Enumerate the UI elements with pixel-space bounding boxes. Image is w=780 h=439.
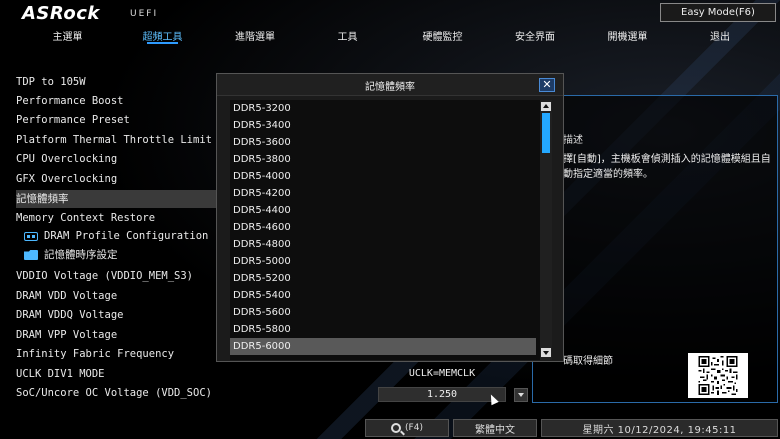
top-menu: 主選單 超頻工具 進階選單 工具 硬體監控 安全界面 開機選單 退出 (0, 25, 780, 45)
qr-code-graphic (698, 356, 738, 395)
setting-soc-voltage[interactable]: SoC/Uncore OC Voltage (VDD_SOC) (16, 384, 216, 402)
option-ddr5-3600[interactable]: DDR5-3600 (230, 134, 536, 151)
setting-memory-frequency[interactable]: 記憶體頻率 (16, 190, 216, 208)
option-ddr5-4400[interactable]: DDR5-4400 (230, 202, 536, 219)
setting-gfx-overclocking[interactable]: GFX Overclocking (16, 170, 216, 188)
easy-mode-button[interactable]: Easy Mode(F6) (660, 3, 776, 22)
submenu-dram-profile[interactable]: DRAM Profile Configuration (24, 227, 224, 245)
language-button[interactable]: 繁體中文 (453, 419, 537, 437)
option-ddr5-5200[interactable]: DDR5-5200 (230, 270, 536, 287)
option-ddr5-6000[interactable]: DDR5-6000 (230, 338, 536, 355)
close-icon[interactable]: ✕ (539, 78, 555, 92)
frequency-option-list[interactable]: DDR5-3200 DDR5-3400 DDR5-3600 DDR5-3800 … (230, 100, 552, 360)
submenu-dram-profile-label: DRAM Profile Configuration (44, 230, 209, 242)
uclk-div1-value[interactable]: UCLK=MEMCLK (378, 366, 506, 381)
tab-boot[interactable]: 開機選單 (560, 25, 695, 45)
tab-advanced[interactable]: 進階選單 (190, 25, 320, 45)
dialog-header: 記憶體頻率 ✕ (217, 74, 563, 96)
datetime-display: 星期六 10/12/2024, 19:45:11 (541, 419, 778, 437)
scrollbar[interactable] (540, 100, 552, 360)
scroll-down-icon[interactable] (541, 348, 551, 357)
option-ddr5-3400[interactable]: DDR5-3400 (230, 117, 536, 134)
asrock-logo: ASRock (22, 3, 100, 24)
option-ddr5-4600[interactable]: DDR5-4600 (230, 219, 536, 236)
scroll-thumb[interactable] (542, 113, 550, 153)
setting-performance-boost[interactable]: Performance Boost (16, 92, 216, 110)
option-ddr5-5600[interactable]: DDR5-5600 (230, 304, 536, 321)
setting-cpu-overclocking[interactable]: CPU Overclocking (16, 150, 216, 168)
option-ddr5-5000[interactable]: DDR5-5000 (230, 253, 536, 270)
folder-icon (24, 250, 38, 260)
tab-exit[interactable]: 退出 (695, 25, 745, 45)
submenu-memory-timing-label: 記憶體時序設定 (44, 249, 118, 261)
setting-thermal-throttle[interactable]: Platform Thermal Throttle Limit (16, 131, 216, 149)
search-icon (391, 423, 402, 433)
option-ddr5-5400[interactable]: DDR5-5400 (230, 287, 536, 304)
setting-infinity-fabric[interactable]: Infinity Fabric Frequency (16, 345, 216, 363)
soc-voltage-value[interactable]: 1.250 (378, 387, 506, 402)
scroll-up-icon[interactable] (541, 102, 551, 111)
dialog-title: 記憶體頻率 (365, 82, 415, 93)
tab-main[interactable]: 主選單 (0, 25, 135, 45)
uefi-label: UEFI (130, 9, 159, 19)
option-ddr5-3800[interactable]: DDR5-3800 (230, 151, 536, 168)
setting-uclk-div1[interactable]: UCLK DIV1 MODE (16, 365, 216, 383)
tab-hw-monitor[interactable]: 硬體監控 (375, 25, 510, 45)
description-text: 擇[自動]，主機板會偵測插入的記憶體模組且自動指定適當的頻率。 (563, 154, 771, 180)
option-ddr5-4200[interactable]: DDR5-4200 (230, 185, 536, 202)
option-ddr5-4000[interactable]: DDR5-4000 (230, 168, 536, 185)
setting-dram-vdd[interactable]: DRAM VDD Voltage (16, 287, 216, 305)
submenu-memory-timing[interactable]: 記憶體時序設定 (24, 246, 224, 264)
search-button[interactable]: (F4) (365, 419, 449, 437)
setting-tdp[interactable]: TDP to 105W (16, 73, 216, 91)
setting-dram-vpp[interactable]: DRAM VPP Voltage (16, 326, 216, 344)
setting-memory-context-restore[interactable]: Memory Context Restore (16, 209, 216, 227)
option-ddr5-3200[interactable]: DDR5-3200 (230, 100, 536, 117)
memory-frequency-dialog: 記憶體頻率 ✕ DDR5-3200 DDR5-3400 DDR5-3600 DD… (216, 73, 564, 362)
setting-vddio-voltage[interactable]: VDDIO Voltage (VDDIO_MEM_S3) (16, 267, 216, 285)
dram-module-icon (24, 231, 38, 241)
qr-code (688, 353, 748, 398)
soc-voltage-dropdown[interactable] (514, 388, 528, 402)
setting-performance-preset[interactable]: Performance Preset (16, 111, 216, 129)
description-title: 描述 (563, 135, 583, 146)
tab-oc-tweaker[interactable]: 超頻工具 (135, 25, 190, 45)
setting-dram-vddq[interactable]: DRAM VDDQ Voltage (16, 306, 216, 324)
qr-hint-text: 碼取得細節 (563, 356, 613, 367)
search-shortcut: (F4) (405, 423, 423, 433)
option-ddr5-5800[interactable]: DDR5-5800 (230, 321, 536, 338)
tab-tool[interactable]: 工具 (320, 25, 375, 45)
option-ddr5-4800[interactable]: DDR5-4800 (230, 236, 536, 253)
tab-security[interactable]: 安全界面 (510, 25, 560, 45)
